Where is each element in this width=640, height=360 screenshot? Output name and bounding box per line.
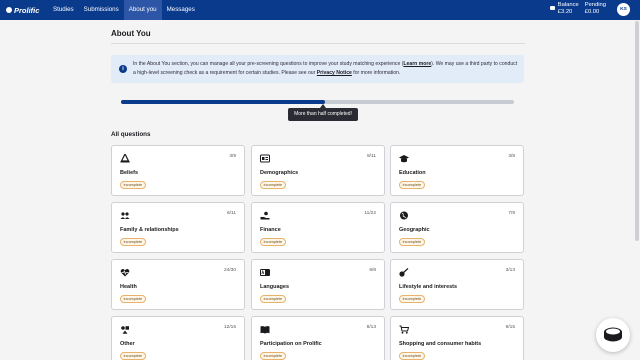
card-title: Health — [120, 284, 137, 290]
nav-item-studies[interactable]: Studies — [48, 0, 79, 20]
user-avatar[interactable]: KS — [617, 3, 630, 16]
profile-progress-bar — [121, 100, 514, 104]
balance-label: Balance — [557, 2, 579, 8]
category-card[interactable]: 12/16 Other Incomplete — [111, 316, 245, 360]
wallet-icon — [549, 6, 555, 10]
main-nav: Studies Submissions About you Messages — [48, 0, 200, 20]
status-badge: Incomplete — [260, 295, 286, 303]
status-badge: Incomplete — [120, 295, 146, 303]
help-chat-button[interactable] — [596, 318, 630, 352]
card-count: 8/13 — [366, 325, 376, 330]
card-count: 11/22 — [364, 211, 376, 216]
nav-item-submissions[interactable]: Submissions — [79, 0, 124, 20]
info-banner: i In the About You section, you can mana… — [111, 55, 524, 83]
globe-icon — [400, 211, 408, 220]
logo-text: Prolific — [14, 5, 40, 15]
info-icon: i — [119, 65, 127, 73]
card-title: Shopping and consumer habits — [399, 341, 482, 347]
progress-fill — [121, 100, 326, 104]
other-icon — [121, 326, 129, 334]
category-card[interactable]: 3/9 Beliefs Incomplete — [111, 145, 245, 196]
category-card[interactable]: 11/22 Finance Incomplete — [251, 202, 385, 253]
category-card[interactable]: 24/30 Health Incomplete — [111, 259, 245, 310]
status-badge: Incomplete — [260, 352, 286, 360]
progress-tooltip: More than half completed! — [288, 108, 358, 121]
nav-item-messages[interactable]: Messages — [162, 0, 200, 20]
status-badge: Incomplete — [399, 295, 425, 303]
top-navbar: Prolific Studies Submissions About you M… — [0, 0, 640, 20]
money-hand-icon — [260, 211, 270, 220]
section-title: All questions — [111, 131, 151, 138]
card-title: Lifestyle and interests — [399, 284, 458, 290]
chat-icon — [604, 327, 622, 342]
card-count: 3/13 — [505, 268, 515, 273]
divider — [111, 43, 525, 44]
logo-mark-icon — [6, 7, 12, 13]
heartbeat-icon — [120, 268, 130, 277]
category-card[interactable]: 3/13 Lifestyle and interests Incomplete — [390, 259, 524, 310]
balance-value: £3.20 — [557, 9, 573, 15]
card-count: 24/30 — [223, 268, 236, 273]
info-text: In the About You section, you can manage… — [133, 60, 521, 78]
status-badge: Incomplete — [260, 181, 286, 189]
status-badge: Incomplete — [120, 181, 146, 189]
card-title: Participation on Prolific — [260, 341, 322, 347]
pending-stat[interactable]: Pending £0.00 — [585, 2, 606, 16]
status-badge: Incomplete — [120, 238, 146, 246]
card-count: 3/8 — [508, 154, 515, 159]
category-card[interactable]: 8/13 Participation on Prolific Incomplet… — [251, 316, 385, 360]
nav-item-about-you[interactable]: About you — [123, 0, 162, 20]
category-card[interactable]: 9/11 Demographics Incomplete — [251, 145, 385, 196]
category-card[interactable]: 6/8 Languages Incomplete — [251, 259, 385, 310]
status-badge: Incomplete — [260, 238, 286, 246]
pending-value: £0.00 — [584, 9, 600, 15]
people-icon — [120, 212, 130, 219]
category-card[interactable]: 3/8 Education Incomplete — [390, 145, 524, 196]
card-title: Geographic — [399, 227, 430, 233]
card-title: Other — [120, 341, 135, 347]
status-badge: Incomplete — [120, 352, 146, 360]
card-count: 12/16 — [223, 325, 236, 330]
id-card-icon — [260, 154, 270, 163]
cart-icon — [399, 325, 409, 334]
graduation-cap-icon — [399, 155, 409, 163]
prolific-logo[interactable]: Prolific — [6, 6, 42, 15]
card-title: Finance — [260, 227, 281, 233]
pending-label: Pending — [584, 2, 606, 8]
card-title: Beliefs — [120, 170, 139, 176]
status-badge: Incomplete — [399, 238, 425, 246]
category-card[interactable]: 6/11 Family & relationships Incomplete — [111, 202, 245, 253]
learn-more-link[interactable]: Learn more — [403, 61, 431, 67]
card-title: Family & relationships — [120, 227, 179, 233]
card-count: 9/15 — [505, 325, 515, 330]
scales-icon — [120, 154, 130, 163]
status-badge: Incomplete — [399, 181, 425, 189]
book-icon — [260, 326, 270, 334]
card-title: Languages — [260, 284, 290, 290]
status-badge: Incomplete — [399, 352, 425, 360]
card-count: 9/11 — [367, 154, 376, 159]
account-stats: Balance £3.20 Pending £0.00 — [549, 2, 612, 16]
language-icon — [260, 269, 270, 276]
card-count: 6/8 — [369, 268, 376, 273]
scrollbar-thumb[interactable] — [635, 21, 639, 241]
card-title: Education — [399, 170, 426, 176]
category-card[interactable]: 7/9 Geographic Incomplete — [390, 202, 524, 253]
card-count: 6/11 — [227, 211, 236, 216]
category-card[interactable]: 9/15 Shopping and consumer habits Incomp… — [390, 316, 524, 360]
info-text-part: for more information. — [351, 70, 401, 76]
balance-stat[interactable]: Balance £3.20 — [558, 2, 579, 16]
card-count: 3/9 — [229, 154, 236, 159]
guitar-icon — [399, 268, 409, 277]
info-text-part: In the About You section, you can manage… — [133, 61, 404, 67]
card-count: 7/9 — [508, 211, 515, 216]
page-title: About You — [111, 29, 151, 38]
privacy-notice-link[interactable]: Privacy Notice — [317, 70, 352, 76]
card-title: Demographics — [260, 170, 299, 176]
